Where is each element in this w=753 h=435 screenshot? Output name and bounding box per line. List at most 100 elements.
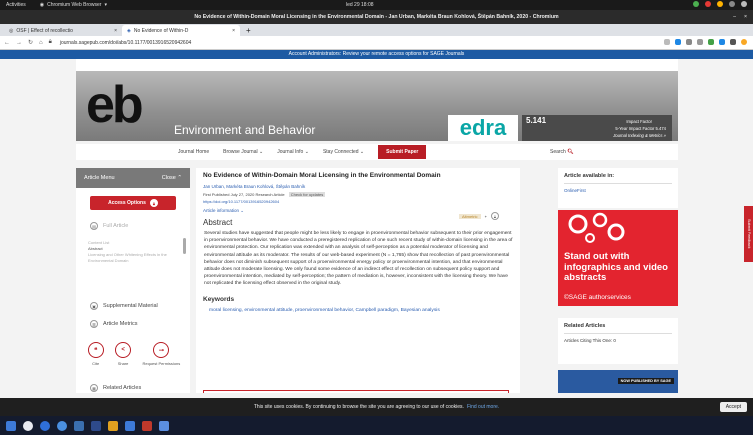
altmetric-badge[interactable]: Altmetric	[459, 213, 481, 219]
onlinefirst-link[interactable]: OnlineFirst	[564, 188, 672, 193]
impact-value: 5.141	[526, 116, 547, 125]
minimize-icon[interactable]: –	[733, 10, 736, 24]
nav-journal-info[interactable]: Journal Info ⌄	[277, 149, 309, 155]
extensions	[664, 39, 747, 45]
new-tab-button[interactable]: +	[240, 25, 257, 36]
access-banner[interactable]: Account Administrators: Review your remo…	[0, 50, 753, 59]
document-icon: ▤	[90, 222, 98, 230]
content-list-scrollbar[interactable]	[183, 238, 186, 254]
nav-label: Stay Connected	[322, 149, 359, 155]
related-heading: Related Articles	[564, 323, 606, 329]
extension-icon[interactable]	[697, 39, 703, 45]
profile-avatar[interactable]	[741, 39, 747, 45]
keywords-list[interactable]: moral licensing, environmental attitude,…	[203, 308, 513, 313]
taskbar-app-icon[interactable]	[57, 420, 67, 431]
app-menu[interactable]: ◉ Chromium Web Browser ▾	[40, 2, 107, 8]
nav-journal-home[interactable]: Journal Home	[178, 149, 209, 155]
taskbar-app-icon[interactable]	[74, 420, 84, 431]
access-options-label: Access Options	[108, 200, 146, 206]
close-tab-icon[interactable]: ×	[114, 28, 117, 34]
tab-title: No Evidence of Within-D	[133, 27, 189, 34]
bookmark-star-icon[interactable]	[664, 39, 670, 45]
access-options-button[interactable]: Access Options 🔒︎	[90, 196, 176, 210]
reload-icon[interactable]: ↻	[28, 39, 33, 46]
full-article-link[interactable]: ▤ Full Article	[90, 222, 128, 230]
taskbar-app-icon[interactable]	[91, 420, 101, 431]
article-tools: Altmetric + 🔒︎	[459, 212, 499, 220]
divider	[564, 333, 672, 334]
request-label: Request Permissions	[142, 361, 181, 366]
chromium-icon: ◉	[39, 2, 45, 8]
impact-factor-box[interactable]: 5.141 Impact Factor 5-Year Impact Factor…	[522, 115, 672, 141]
article-meta: First Published July 27, 2020 Research A…	[203, 192, 513, 197]
taskbar-app-icon[interactable]	[6, 420, 16, 431]
content-list-item[interactable]: Licensing and Other Whitening Effects in…	[88, 252, 184, 264]
nav-browse-journal[interactable]: Browse Journal ⌄	[223, 149, 263, 155]
back-icon[interactable]: ←	[4, 40, 10, 46]
browser-tab-active[interactable]: ◈ No Evidence of Within-D ×	[122, 25, 240, 36]
right-column: Article available in: OnlineFirst Stand …	[558, 168, 678, 393]
close-tab-icon[interactable]: ×	[232, 28, 235, 34]
system-tray[interactable]	[693, 1, 747, 7]
ad-footer: ©SAGE authorservices	[564, 294, 631, 301]
journal-logo[interactable]: eb	[86, 79, 144, 131]
article-authors[interactable]: Jan Urban, Markéta Braun Kohlová, Štěpán…	[203, 184, 513, 189]
supplemental-material-link[interactable]: ▣ Supplemental Material	[90, 302, 158, 310]
journal-title[interactable]: Environment and Behavior	[174, 123, 315, 137]
share-button[interactable]: < Share	[115, 342, 132, 366]
article-available-box: Article available in: OnlineFirst	[558, 168, 678, 208]
impact-5yr: 5-Year Impact Factor 5.474	[615, 126, 666, 131]
chevron-down-icon: ⌄	[304, 149, 309, 155]
lock-icon: 🔒︎	[149, 199, 158, 207]
url-field[interactable]: journals.sagepub.com/doi/abs/10.1177/001…	[60, 40, 191, 46]
check-updates-badge[interactable]: Check for updates	[288, 192, 326, 197]
author-services-ad[interactable]: Stand out with infographics and video ab…	[558, 210, 678, 306]
home-icon[interactable]: ⌂	[39, 40, 43, 46]
favicon-icon: ◈	[127, 27, 131, 34]
extension-icon[interactable]	[708, 39, 714, 45]
cookie-learn-more-link[interactable]: Find out more.	[467, 404, 499, 410]
taskbar-app-icon[interactable]	[40, 420, 50, 431]
request-permissions-button[interactable]: ⊸ Request Permissions	[142, 342, 180, 366]
article-main: No Evidence of Within-Domain Moral Licen…	[196, 168, 520, 393]
article-info-label: Article information	[203, 208, 240, 213]
related-articles-box: Related Articles Articles Citing This On…	[558, 318, 678, 364]
cookie-text: This site uses cookies. By continuing to…	[253, 404, 464, 410]
taskbar-app-icon[interactable]	[23, 420, 33, 431]
puzzle-icon[interactable]	[730, 39, 736, 45]
nav-stay-connected[interactable]: Stay Connected ⌄	[323, 149, 364, 155]
forward-icon[interactable]: →	[16, 40, 22, 46]
plus-icon[interactable]: +	[485, 214, 487, 219]
lock-icon[interactable]: 🔒︎	[490, 212, 499, 220]
submit-feedback-tab[interactable]: Submit Feedback	[744, 206, 753, 262]
window-title: No Evidence of Within-Domain Moral Licen…	[194, 14, 559, 20]
browser-tab[interactable]: ◎ OSF | Effect of recollectio ×	[4, 25, 122, 36]
taskbar-app-icon[interactable]	[142, 420, 152, 431]
taskbar-app-icon[interactable]	[108, 420, 118, 431]
citing-articles-link[interactable]: Articles Citing This One: 0	[564, 338, 672, 343]
indexing-link[interactable]: Journal Indexing & Metrics »	[613, 133, 666, 138]
extension-icon[interactable]	[719, 39, 725, 45]
promo-banner[interactable]: NOW PUBLISHED BY SAGE	[558, 370, 678, 393]
taskbar-app-icon[interactable]	[125, 420, 135, 431]
related-articles-link[interactable]: ▦ Related Articles	[90, 384, 141, 392]
extension-icon[interactable]	[675, 39, 681, 45]
search-link[interactable]: Search 🔍︎	[550, 149, 574, 155]
taskbar-app-icon[interactable]	[159, 420, 169, 431]
submit-paper-button[interactable]: Submit Paper	[378, 145, 427, 159]
publisher-logo[interactable]: edra	[448, 115, 518, 141]
tab-bar: ◎ OSF | Effect of recollectio × ◈ No Evi…	[0, 24, 753, 36]
close-icon[interactable]: ×	[744, 10, 747, 24]
cite-button[interactable]: ❝ Cite	[87, 342, 104, 366]
extension-icon[interactable]	[686, 39, 692, 45]
access-box-border	[203, 390, 509, 393]
decorative-rings-icon	[568, 212, 625, 243]
cookie-accept-button[interactable]: Accept	[719, 402, 747, 412]
clock[interactable]: led 29 18:08	[346, 2, 374, 8]
article-metrics-link[interactable]: ▥ Article Metrics	[90, 320, 138, 328]
close-menu-button[interactable]: Close ⌃	[162, 175, 182, 181]
activities-button[interactable]: Activities	[6, 2, 26, 8]
chart-icon: ▥	[90, 320, 98, 328]
doi-link[interactable]: https://doi.org/10.1177/0013916520942604	[203, 199, 513, 204]
lock-icon[interactable]: 🔒︎	[49, 39, 52, 46]
